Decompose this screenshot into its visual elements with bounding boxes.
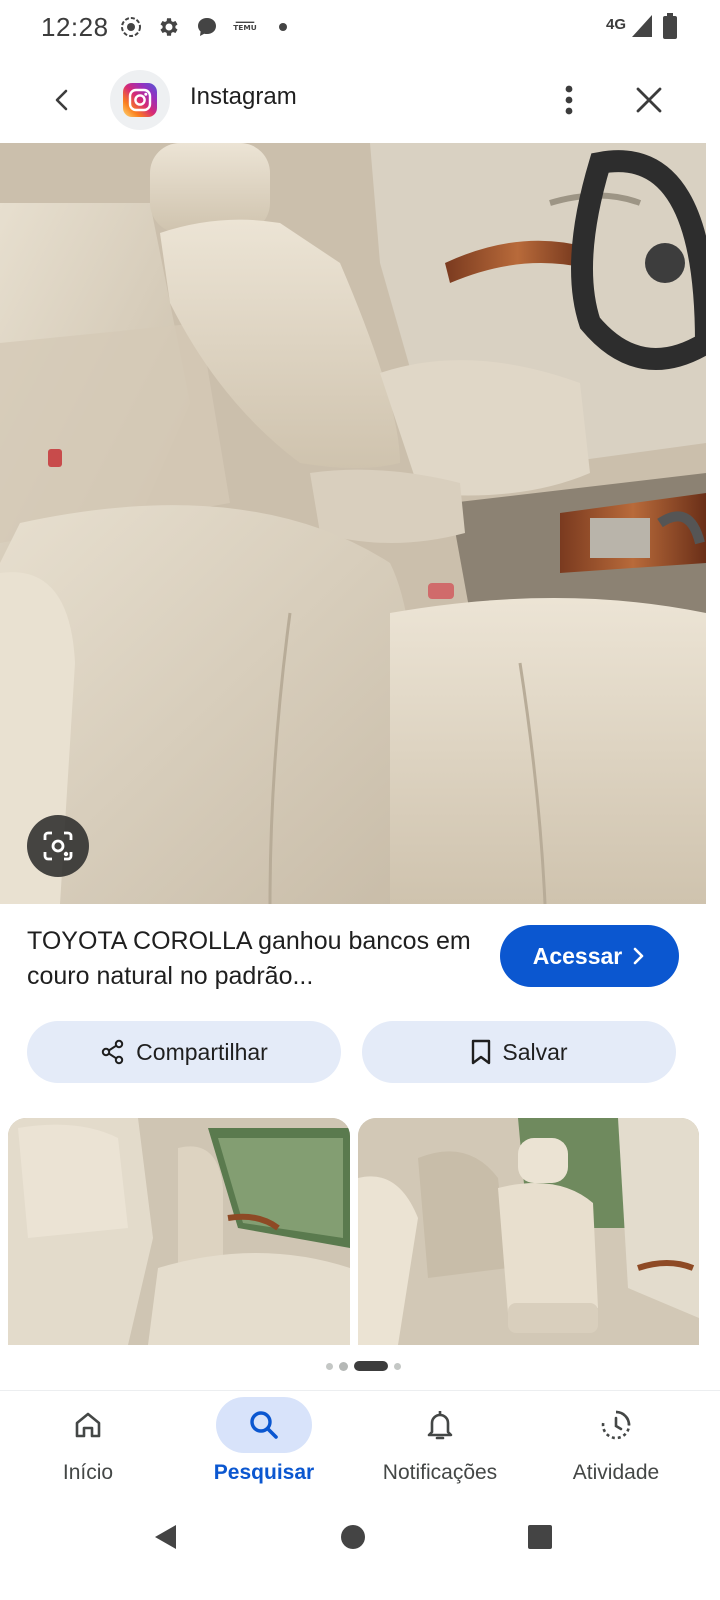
pager-dot: [325, 1362, 333, 1370]
system-navigation-bar: [0, 1500, 720, 1600]
system-back-button[interactable]: [140, 1512, 190, 1562]
temu-icon: TEMU: [232, 14, 258, 40]
more-options-button[interactable]: [545, 76, 593, 124]
more-vert-icon: [565, 85, 573, 115]
search-icon: [250, 1411, 278, 1439]
bottom-navigation: Início Pesquisar Notificações Atividade: [0, 1390, 720, 1500]
chevron-left-icon: [55, 89, 68, 111]
related-pager: [0, 1361, 720, 1371]
nav-home-label: Início: [62, 1461, 114, 1484]
status-bar: 12:28 TEMU 4G: [0, 0, 720, 56]
visit-button-label: Acessar: [532, 942, 623, 969]
save-label: Salvar: [502, 1038, 568, 1065]
share-label: Compartilhar: [136, 1038, 268, 1065]
svg-text:TEMU: TEMU: [233, 23, 257, 32]
car-interior-photo: [0, 143, 706, 904]
home-icon: [75, 1412, 101, 1438]
back-button[interactable]: [40, 78, 84, 122]
pager-dot: [338, 1361, 348, 1371]
close-icon: [636, 87, 662, 113]
save-button[interactable]: Salvar: [362, 1021, 676, 1083]
source-app-avatar[interactable]: [110, 70, 170, 130]
bell-icon: [427, 1411, 453, 1440]
signal-icon: [630, 13, 654, 44]
rear-seat-photo: [8, 1118, 350, 1345]
circle-home-icon: [341, 1525, 365, 1549]
nav-home[interactable]: Início: [0, 1391, 176, 1501]
lens-search-button[interactable]: [27, 815, 89, 877]
nav-notifications-label: Notificações: [382, 1461, 498, 1484]
share-button[interactable]: Compartilhar: [27, 1021, 341, 1083]
nav-notifications[interactable]: Notificações: [352, 1391, 528, 1501]
viewer-header: Instagram: [0, 60, 720, 140]
result-title[interactable]: TOYOTA COROLLA ganhou bancos em couro na…: [27, 924, 487, 994]
nav-search[interactable]: Pesquisar: [176, 1391, 352, 1501]
activity-icon: [601, 1410, 631, 1440]
front-seat-photo: [358, 1118, 699, 1345]
settings-icon: [156, 14, 182, 40]
close-button[interactable]: [625, 76, 673, 124]
status-notification-icons: TEMU: [118, 14, 296, 40]
notification-dot-icon: [270, 14, 296, 40]
related-image-2[interactable]: [358, 1118, 699, 1345]
system-recents-button[interactable]: [515, 1512, 565, 1562]
nav-search-label: Pesquisar: [213, 1461, 315, 1484]
battery-icon: [662, 12, 678, 45]
source-title[interactable]: Instagram: [190, 83, 297, 111]
google-lens-icon: [43, 831, 73, 861]
nav-activity-label: Atividade: [572, 1461, 660, 1484]
pager-dot-active: [353, 1361, 388, 1371]
share-icon: [101, 1039, 124, 1065]
visit-button[interactable]: Acessar: [500, 925, 679, 987]
network-label: 4G: [605, 16, 626, 33]
square-recents-icon: [528, 1525, 552, 1549]
main-result-image[interactable]: [0, 143, 706, 904]
bookmark-icon: [472, 1039, 491, 1065]
status-system-icons: 4G: [606, 12, 678, 45]
system-home-button[interactable]: [328, 1512, 378, 1562]
chevron-right-icon: [633, 947, 644, 965]
screen-record-icon: [118, 14, 144, 40]
pager-dot: [393, 1362, 401, 1370]
triangle-back-icon: [155, 1525, 176, 1549]
chat-icon: [194, 14, 220, 40]
status-time: 12:28: [41, 12, 109, 42]
related-image-1[interactable]: [8, 1118, 350, 1345]
instagram-logo-icon: [123, 83, 157, 117]
nav-activity[interactable]: Atividade: [528, 1391, 704, 1501]
